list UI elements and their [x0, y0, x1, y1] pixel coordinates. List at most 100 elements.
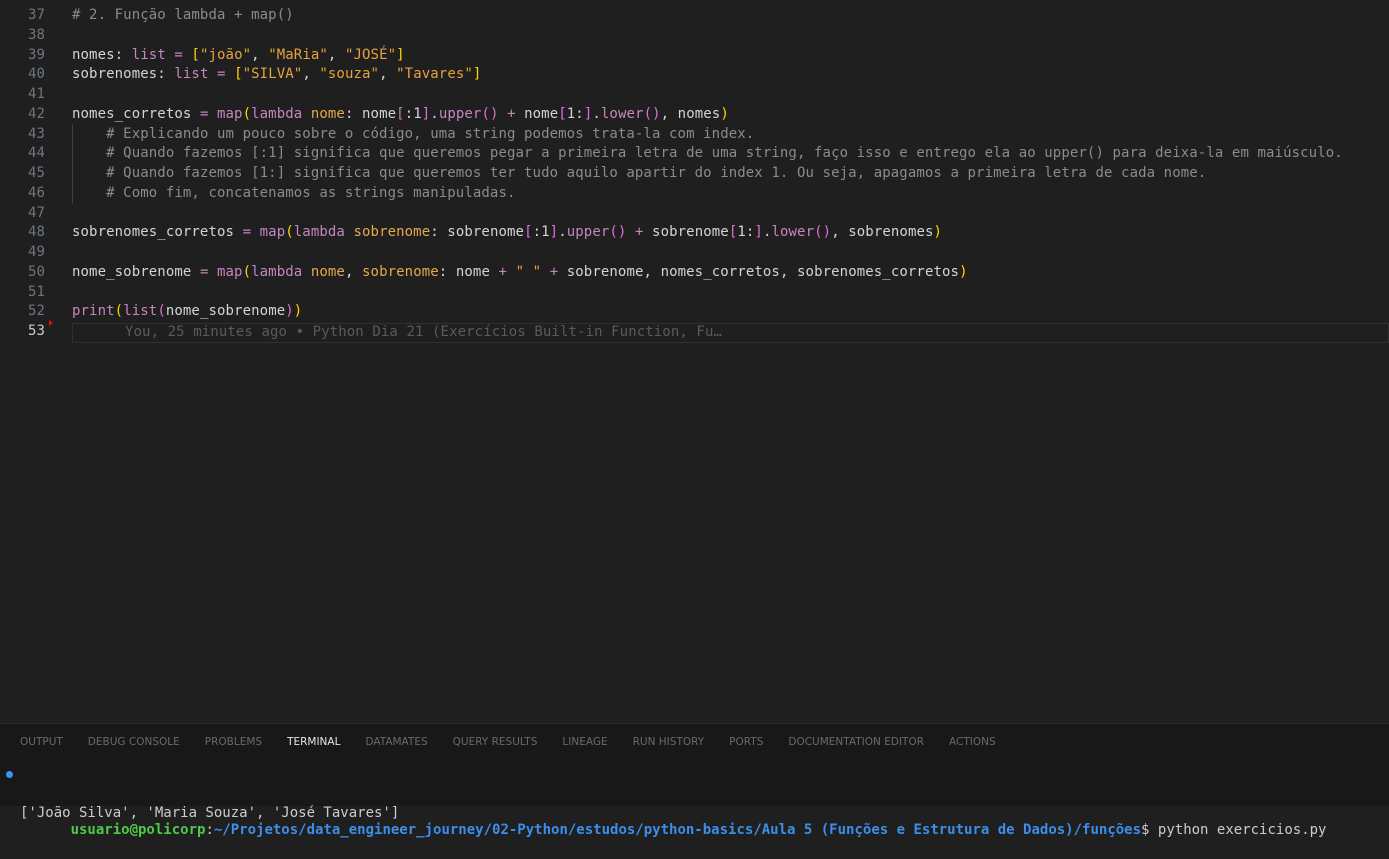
- code-text: sobrenomes_corretos = map(lambda sobreno…: [72, 223, 942, 243]
- code-line[interactable]: 52 print(list(nome_sobrenome)): [0, 302, 1389, 322]
- code-line[interactable]: 51: [0, 283, 1389, 303]
- git-blame-annotation: You, 25 minutes ago • Python Dia 21 (Exe…: [125, 324, 723, 340]
- tab-query-results[interactable]: QUERY RESULTS: [453, 734, 538, 750]
- tab-actions[interactable]: ACTIONS: [949, 734, 996, 750]
- tab-ports[interactable]: PORTS: [729, 734, 763, 750]
- code-token: +: [634, 224, 644, 241]
- code-text: # Quando fazemos [1:] significa que quer…: [72, 164, 1206, 184]
- line-number: 44: [27, 145, 45, 162]
- code-token: ,: [251, 46, 269, 63]
- code-token: upper: [438, 105, 482, 122]
- code-line[interactable]: 48 sobrenomes_corretos = map(lambda sobre…: [0, 223, 1389, 243]
- code-token: # Quando fazemos [1:] significa que quer…: [106, 165, 1207, 181]
- code-token: lambda: [293, 224, 345, 241]
- code-token: +: [507, 105, 516, 122]
- code-token: nome: [310, 263, 345, 280]
- code-token: +: [498, 263, 508, 280]
- code-token: ): [720, 105, 729, 122]
- code-token: lower: [771, 224, 815, 241]
- code-token: (: [242, 263, 252, 280]
- code-text: # Como fim, concatenamos as strings mani…: [72, 184, 516, 204]
- code-token: nomes_corretos: [72, 105, 200, 122]
- code-line[interactable]: 50 nome_sobrenome = map(lambda nome, sobr…: [0, 263, 1389, 283]
- code-token: "souza": [319, 66, 380, 83]
- tab-output[interactable]: OUTPUT: [20, 734, 63, 750]
- code-line[interactable]: 38: [0, 26, 1389, 46]
- code-token: (): [609, 224, 627, 241]
- tab-datamates[interactable]: DATAMATES: [365, 734, 427, 750]
- code-token: : nome: [344, 105, 397, 122]
- code-token: map: [217, 263, 243, 280]
- code-token: ]: [396, 46, 405, 63]
- code-token: lambda: [251, 105, 303, 122]
- code-token: nome_sobrenome: [165, 303, 286, 320]
- code-token: (): [643, 105, 661, 122]
- code-line[interactable]: 49: [0, 243, 1389, 263]
- code-token: [: [234, 66, 243, 83]
- line-number: 49: [27, 244, 45, 260]
- tab-problems[interactable]: PROBLEMS: [205, 734, 262, 750]
- code-token: # Quando fazemos [:1] significa que quer…: [106, 145, 1343, 162]
- code-line[interactable]: 41: [0, 85, 1389, 105]
- code-line[interactable]: 43 # Explicando um pouco sobre o código,…: [0, 125, 1389, 145]
- code-line[interactable]: 44 # Quando fazemos [:1] significa que q…: [0, 144, 1389, 164]
- code-line[interactable]: 42 nomes_corretos = map(lambda nome: nome…: [0, 105, 1389, 125]
- line-number: 43: [27, 125, 45, 142]
- line-number: 45: [27, 165, 45, 181]
- line-number: 42: [27, 105, 45, 122]
- line-number: 50: [27, 263, 45, 280]
- code-token: "joão": [199, 46, 252, 63]
- tab-lineage[interactable]: LINEAGE: [562, 734, 607, 750]
- tab-documentation-editor[interactable]: DOCUMENTATION EDITOR: [788, 734, 924, 750]
- line-number: 38: [27, 26, 45, 43]
- code-token: lambda: [251, 263, 303, 280]
- line-number: 46: [27, 184, 45, 201]
- code-token: lower: [600, 105, 644, 122]
- code-token: (: [285, 224, 294, 241]
- code-token: print: [72, 303, 115, 320]
- code-token: "JOSÉ": [344, 46, 397, 63]
- code-token: "SILVA": [242, 66, 303, 83]
- code-token: .: [430, 105, 439, 122]
- code-token: list: [174, 66, 209, 83]
- code-token: upper: [566, 224, 610, 241]
- code-line[interactable]: 39 nomes: list = ["joão", "MaRia", "JOSÉ"…: [0, 46, 1389, 66]
- code-token: list: [123, 303, 158, 320]
- tab-debug-console[interactable]: DEBUG CONSOLE: [88, 734, 180, 750]
- code-line[interactable]: 37 # 2. Função lambda + map(): [0, 6, 1389, 26]
- code-token: ): [933, 224, 943, 241]
- tab-run-history[interactable]: RUN HISTORY: [633, 734, 705, 750]
- code-token: ): [285, 303, 294, 320]
- code-token: sobrenome: [643, 224, 729, 241]
- command-status-dot-icon[interactable]: [6, 771, 13, 778]
- code-line[interactable]: 46 # Como fim, concatenamos as strings m…: [0, 184, 1389, 204]
- code-token: ]: [472, 66, 482, 83]
- code-line[interactable]: 45 # Quando fazemos [1:] significa que q…: [0, 164, 1389, 184]
- code-token: [: [396, 105, 405, 122]
- code-token: [: [558, 105, 567, 122]
- tab-terminal[interactable]: TERMINAL: [287, 734, 340, 750]
- code-line[interactable]: 47: [0, 204, 1389, 224]
- code-token: : sobrenome: [430, 224, 525, 241]
- panel-tabs[interactable]: OUTPUT DEBUG CONSOLE PROBLEMS TERMINAL DATAM…: [20, 734, 1021, 750]
- code-token: ): [293, 303, 303, 320]
- code-editor[interactable]: 37 # 2. Função lambda + map() 38 39 nomes: l…: [0, 0, 1389, 723]
- code-token: "MaRia": [268, 46, 328, 63]
- code-token: sobrenome: [362, 263, 439, 280]
- code-token: map: [217, 105, 243, 122]
- code-text: # Quando fazemos [:1] significa que quer…: [72, 144, 1343, 164]
- code-token: ,: [379, 66, 397, 83]
- code-line[interactable]: 40 sobrenomes: list = ["SILVA", "souza", …: [0, 65, 1389, 85]
- code-token: sobrenomes_corretos: [72, 224, 243, 241]
- code-token: # 2. Função lambda + map(): [72, 7, 294, 23]
- terminal-output: ['João Silva', 'Maria Souza', 'José Tava…: [0, 785, 1389, 842]
